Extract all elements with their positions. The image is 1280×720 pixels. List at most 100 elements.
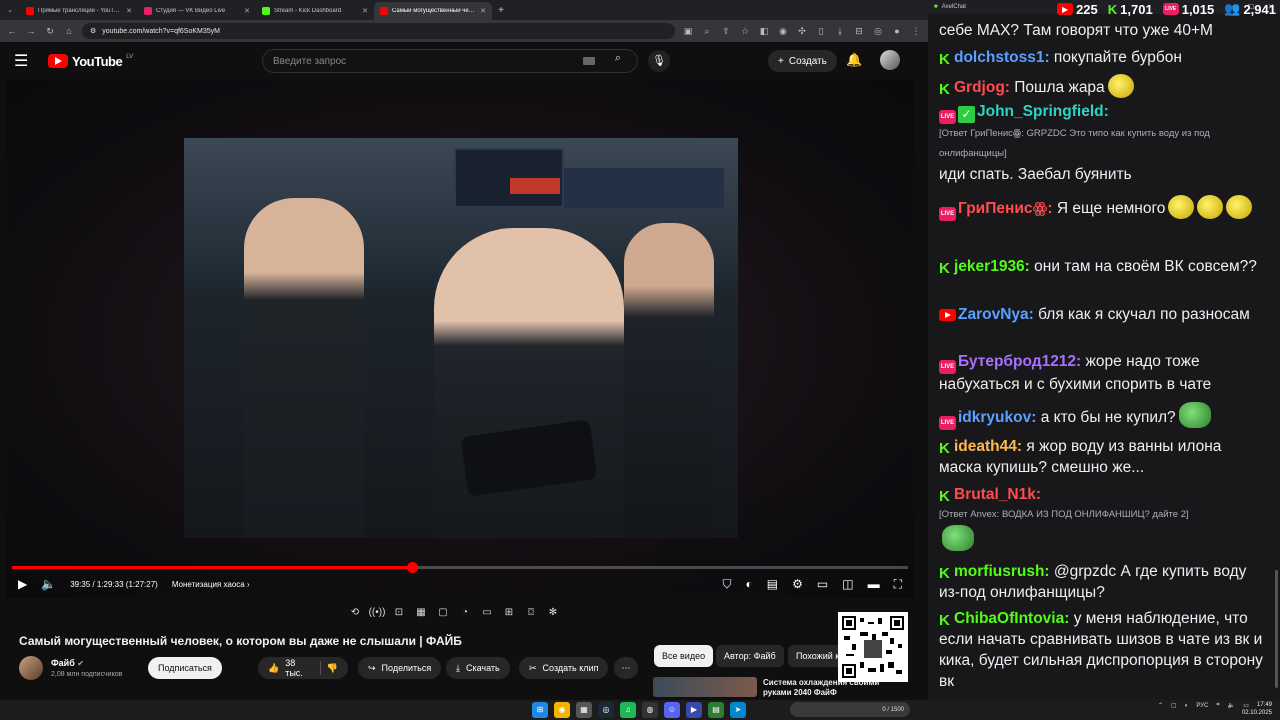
browser-tab[interactable]: Студия — VK Видео Live ✕ (138, 2, 256, 20)
channel-name[interactable]: Файб ✔ (51, 658, 84, 668)
bookmark-star-icon[interactable]: ☆ (739, 26, 751, 37)
tray-chevron-icon[interactable]: ⌃ (1158, 702, 1163, 709)
search-icon[interactable]: ⌕ (609, 52, 627, 70)
tray-app-icon-2[interactable]: ◐ (1185, 703, 1189, 709)
chapter-button[interactable]: Монетизация хаоса › (172, 580, 250, 589)
shield-icon[interactable]: ⛉ (723, 577, 732, 592)
chat-username[interactable]: John_Springfield: (977, 103, 1109, 120)
avatar[interactable] (880, 50, 900, 70)
tray-app-icon[interactable]: ▢ (1171, 702, 1177, 709)
extension-badge-icon[interactable]: ◧ (758, 26, 770, 37)
zoom-icon[interactable]: ⌕ (701, 26, 713, 37)
extensions-puzzle-icon[interactable]: ✣ (796, 26, 808, 37)
fullscreen-icon[interactable]: ⛶ (894, 577, 902, 592)
miniplayer-icon[interactable]: ▭ (817, 577, 828, 591)
youtube-logo[interactable]: YouTube LV (48, 54, 133, 69)
site-info-icon[interactable]: ⚙ (90, 27, 96, 35)
tab-close-icon[interactable]: ✕ (126, 7, 132, 15)
keyboard-icon[interactable] (583, 57, 595, 65)
video-frame[interactable] (184, 138, 738, 538)
autoplay-toggle-icon[interactable]: ◐ (746, 577, 753, 591)
tab-close-icon[interactable]: ✕ (244, 7, 250, 15)
spotify-icon[interactable]: ♫ (620, 702, 636, 718)
download-button[interactable]: ⤓ Скачать (446, 657, 510, 679)
screenshot-camera-icon[interactable]: ⌼ (522, 604, 540, 622)
install-icon[interactable]: ▣ (682, 26, 694, 37)
screen-record-icon[interactable]: ⊡ (390, 604, 408, 622)
chat-username[interactable]: ChibaOfIntovia: (954, 610, 1069, 627)
chip-author[interactable]: Автор: Файб (716, 645, 784, 667)
create-button[interactable]: + Создать (768, 50, 837, 72)
extension-icon[interactable]: ◉ (777, 26, 789, 37)
add-icon[interactable]: ⊞ (500, 604, 518, 622)
home-icon[interactable]: ⌂ (63, 26, 75, 36)
play-icon[interactable]: ▶ (18, 577, 27, 591)
browser-tab[interactable]: Stream - Kick Dashboard ✕ (256, 2, 374, 20)
tab-close-icon[interactable]: ✕ (480, 7, 486, 15)
vpn-icon[interactable]: ◎ (872, 26, 884, 37)
url-field[interactable]: ⚙ youtube.com/watch?v=qf6SoKM35yM (82, 23, 675, 39)
reload-icon[interactable]: ↻ (44, 26, 56, 37)
chat-username[interactable]: dolchstoss1: (954, 49, 1050, 66)
like-icon[interactable]: 👍 (268, 663, 279, 674)
chrome-icon[interactable]: ◉ (554, 702, 570, 718)
chat-username[interactable]: morfiusrush: (954, 563, 1050, 580)
theater-mode-icon[interactable]: ▬ (868, 577, 880, 591)
film-icon[interactable]: ▦ (412, 604, 430, 622)
taskbar-clock[interactable]: 17:49 02.10.2025 (1242, 701, 1272, 717)
app-icon-a[interactable]: ▶ (686, 702, 702, 718)
chat-username[interactable]: idkryukov: (958, 409, 1036, 426)
dislike-icon[interactable]: 👎 (327, 663, 338, 674)
taskbar-media-widget[interactable]: 0 / 1500 (790, 702, 910, 717)
explorer-icon[interactable]: ▦ (576, 702, 592, 718)
chat-username[interactable]: ZarovNya: (958, 306, 1034, 323)
progress-bar[interactable] (12, 562, 908, 573)
sidebar-toggle-icon[interactable]: ▯ (815, 26, 827, 37)
like-count[interactable]: 38 тыс. (285, 658, 314, 678)
app-icon-b[interactable]: ▤ (708, 702, 724, 718)
chat-username[interactable]: ideath44: (954, 438, 1022, 455)
share-button[interactable]: ↪ Поделиться (358, 657, 442, 679)
chat-username[interactable]: Brutal_N1k: (954, 486, 1041, 503)
subtitles-icon[interactable]: ▤ (767, 577, 778, 591)
settings-gear-icon[interactable]: ⚙ (792, 577, 803, 591)
steam-icon[interactable]: ◎ (598, 702, 614, 718)
new-tab-button[interactable]: + (492, 5, 510, 16)
volume-tray-icon[interactable]: 🔈 (1228, 702, 1235, 709)
language-indicator[interactable]: РУС (1196, 703, 1208, 709)
speed-icon[interactable]: ◔ (456, 604, 474, 622)
chat-username[interactable]: Бутерброд1212: (958, 353, 1081, 370)
downloads-icon[interactable]: ⤓ (834, 26, 846, 37)
channel-avatar[interactable] (19, 656, 43, 680)
notifications-bell-icon[interactable]: 🔔 (846, 52, 862, 68)
menu-icon[interactable]: ☰ (14, 51, 40, 71)
network-icon[interactable]: ⌗ (1216, 702, 1219, 709)
loop-icon[interactable]: ⟲ (346, 604, 364, 622)
search-input[interactable] (273, 55, 583, 67)
cinema-icon[interactable]: ▭ (478, 604, 496, 622)
chat-username[interactable]: jeker1936: (954, 258, 1030, 275)
profile-icon[interactable]: ● (891, 26, 903, 36)
chat-username[interactable]: Grdjog: (954, 79, 1010, 96)
recommended-thumbnail[interactable] (653, 677, 757, 697)
create-clip-button[interactable]: ✂ Создать клип (519, 657, 609, 679)
share-page-icon[interactable]: ⇪ (720, 26, 732, 37)
back-icon[interactable]: ← (6, 26, 18, 36)
telegram-icon[interactable]: ➤ (730, 702, 746, 718)
chat-username[interactable]: ГриПенисꙮ: (958, 200, 1053, 217)
start-windows-icon[interactable]: ⊞ (532, 702, 548, 718)
tab-search-icon[interactable]: ⊟ (853, 26, 865, 37)
window-icon[interactable]: ▢ (434, 604, 452, 622)
forward-icon[interactable]: → (25, 26, 37, 36)
extension-settings-icon[interactable]: ✻ (544, 604, 562, 622)
chat-scrollbar[interactable] (1275, 570, 1278, 688)
more-actions-button[interactable]: ⋯ (614, 657, 638, 679)
pip-icon[interactable]: ◫ (842, 577, 853, 591)
browser-menu-icon[interactable]: ⋮ (910, 26, 922, 37)
chip-all-videos[interactable]: Все видео (654, 645, 714, 667)
browser-tab[interactable]: Самый могущественный чел... ✕ (374, 2, 492, 20)
tab-close-icon[interactable]: ✕ (362, 7, 368, 15)
tab-list-button[interactable]: ⌄ (0, 6, 20, 14)
browser-tab[interactable]: Прямые трансляции - YouTube ✕ (20, 2, 138, 20)
discord-icon[interactable]: ☺ (664, 702, 680, 718)
